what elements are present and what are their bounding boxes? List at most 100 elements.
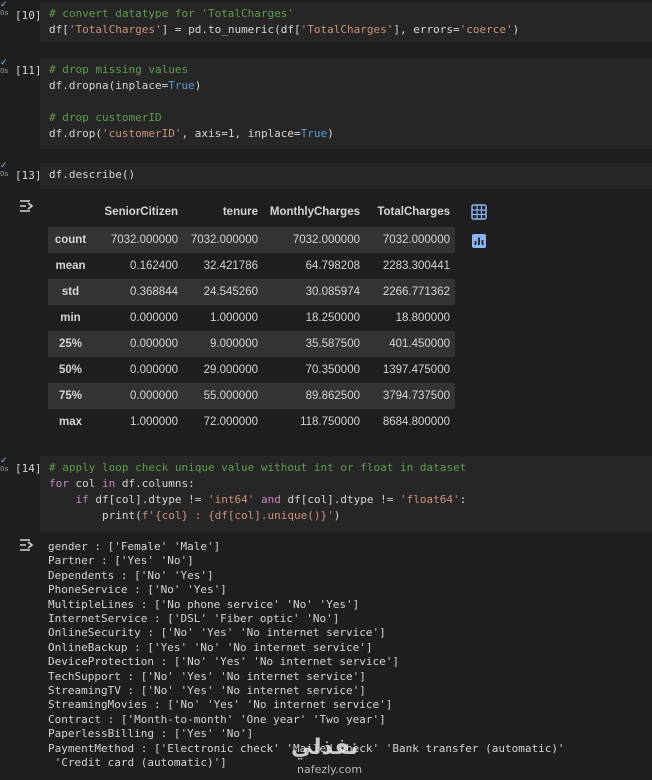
- output-line: OnlineBackup : ['Yes' 'No' 'No internet …: [48, 640, 373, 654]
- index-header: [48, 197, 93, 227]
- table-row: 25% 0.000000 9.000000 35.587500 401.450000: [48, 331, 455, 357]
- table-row: 75% 0.000000 55.000000 89.862500 3794.737500: [48, 383, 455, 409]
- code-line: # convert datatype for 'TotalCharges': [49, 7, 295, 20]
- code-line: df['TotalCharges'] = pd.to_numeric(df['T…: [49, 23, 520, 36]
- table-cell: 55.000000: [203, 390, 258, 402]
- code-line: # drop customerID: [49, 111, 162, 124]
- table-row: mean 0.162400 32.421786 64.798208 2283.30044…: [48, 253, 455, 279]
- row-label: 25%: [58, 338, 83, 350]
- code-editor[interactable]: # apply loop check unique value without …: [40, 456, 652, 532]
- table-cell: 18.250000: [305, 312, 360, 324]
- table-cell: 29.000000: [203, 364, 258, 376]
- cell-prompt: [10]: [15, 9, 42, 22]
- table-cell: 7032.000000: [382, 234, 450, 246]
- row-label: max: [58, 416, 83, 428]
- row-label: 50%: [58, 364, 83, 376]
- output-line: InternetService : ['DSL' 'Fiber optic' '…: [48, 612, 340, 626]
- table-cell: 0.000000: [130, 364, 178, 376]
- exec-time: 0s: [0, 170, 9, 178]
- table-cell: 0.368844: [130, 286, 178, 298]
- table-cell: 32.421786: [203, 260, 258, 272]
- table-cell: 18.800000: [395, 312, 450, 324]
- code-line: if df[col].dtype != 'int64' and df[col].…: [75, 493, 467, 506]
- exec-time: 0s: [0, 67, 9, 75]
- table-cell: 7032.000000: [110, 234, 178, 246]
- table-cell: 8684.800000: [382, 416, 450, 428]
- table-cell: 0.162400: [130, 260, 178, 272]
- table-cell: 3794.737500: [382, 390, 450, 402]
- table-icon[interactable]: [470, 203, 488, 221]
- cell-gutter: ✓ 0s: [0, 58, 12, 88]
- code-line: df.dropna(inplace=True): [49, 79, 202, 92]
- output-line: Partner : ['Yes' 'No']: [48, 554, 194, 568]
- row-label: 75%: [58, 390, 83, 402]
- output-line: TechSupport : ['No' 'Yes' 'No internet s…: [48, 669, 366, 683]
- code-line: # drop missing values: [49, 63, 189, 76]
- output-line: OnlineSecurity : ['No' 'Yes' 'No interne…: [48, 626, 386, 640]
- table-cell: 35.587500: [305, 338, 360, 350]
- watermark-latin: nafezly.com: [297, 763, 363, 776]
- row-label: std: [61, 286, 80, 298]
- output-toggle-icon[interactable]: [18, 199, 36, 213]
- table-cell: 70.350000: [305, 364, 360, 376]
- cell-gutter: ✓ 0s: [0, 456, 12, 486]
- watermark-arabic: نفذلي: [291, 735, 359, 760]
- cell-gutter: ✓ 0s: [0, 161, 12, 191]
- code-editor[interactable]: # drop missing values df.dropna(inplace=T…: [40, 58, 652, 149]
- exec-time: 0s: [0, 465, 9, 473]
- chart-icon[interactable]: [470, 232, 488, 250]
- table-header-row: SeniorCitizen tenure MonthlyCharges Tota…: [48, 197, 455, 227]
- column-header: TotalCharges: [377, 206, 450, 218]
- table-cell: 118.750000: [300, 416, 360, 428]
- code-editor[interactable]: df.describe(): [40, 163, 652, 189]
- row-label: min: [60, 312, 81, 324]
- column-header: MonthlyCharges: [269, 206, 360, 218]
- table-cell: 1397.475000: [382, 364, 450, 376]
- cell-prompt: [13]: [15, 169, 42, 182]
- code-line: df.drop('customerID', axis=1, inplace=Tr…: [49, 127, 334, 140]
- row-label: count: [54, 234, 87, 246]
- row-label: mean: [55, 260, 86, 272]
- output-line: PhoneService : ['No' 'Yes']: [48, 583, 227, 597]
- exec-time: 0s: [0, 9, 9, 17]
- table-cell: 7032.000000: [190, 234, 258, 246]
- output-toggle-icon[interactable]: [18, 538, 36, 552]
- code-editor[interactable]: # convert datatype for 'TotalCharges' df[…: [40, 2, 652, 42]
- table-cell: 1.000000: [130, 416, 178, 428]
- table-cell: 401.450000: [389, 338, 450, 350]
- table-row: std 0.368844 24.545260 30.085974 2266.771362: [48, 279, 455, 305]
- column-header: SeniorCitizen: [104, 206, 178, 218]
- code-line: # apply loop check unique value without …: [49, 461, 467, 474]
- output-line: DeviceProtection : ['No' 'Yes' 'No inter…: [48, 655, 399, 669]
- table-cell: 64.798208: [305, 260, 360, 272]
- output-line: gender : ['Female' 'Male']: [48, 540, 221, 553]
- column-header: tenure: [222, 206, 258, 218]
- table-cell: 72.000000: [203, 416, 258, 428]
- output-line: StreamingTV : ['No' 'Yes' 'No internet s…: [48, 684, 366, 698]
- watermark-logo: نفذلي nafezly.com: [285, 735, 365, 780]
- cell-prompt: [11]: [15, 64, 42, 77]
- code-line: for col in df.columns:: [49, 477, 195, 490]
- table-cell: 0.000000: [130, 312, 178, 324]
- table-cell: 30.085974: [305, 286, 360, 298]
- table-row: max 1.000000 72.000000 118.750000 8684.80000…: [48, 409, 455, 435]
- cell-prompt: [14]: [15, 462, 42, 475]
- table-cell: 0.000000: [130, 338, 178, 350]
- cell-gutter: ✓ 0s: [0, 0, 12, 30]
- code-line: df.describe(): [49, 168, 136, 181]
- table-cell: 0.000000: [130, 390, 178, 402]
- output-line: MultipleLines : ['No phone service' 'No'…: [48, 597, 360, 611]
- table-row: min 0.000000 1.000000 18.250000 18.800000: [48, 305, 455, 331]
- table-cell: 9.000000: [210, 338, 258, 350]
- table-cell: 2266.771362: [382, 286, 450, 298]
- output-line: Dependents : ['No' 'Yes']: [48, 568, 214, 582]
- table-cell: 2283.300441: [382, 260, 450, 272]
- output-line: Contract : ['Month-to-month' 'One year' …: [48, 712, 386, 726]
- describe-table: SeniorCitizen tenure MonthlyCharges Tota…: [48, 197, 455, 435]
- table-cell: 7032.000000: [292, 234, 360, 246]
- table-row: count 7032.000000 7032.000000 7032.000000 70…: [48, 227, 455, 253]
- table-cell: 24.545260: [203, 286, 258, 298]
- code-line: print(f'{col} : {df[col].unique()}'): [49, 509, 341, 522]
- table-row: 50% 0.000000 29.000000 70.350000 1397.475000: [48, 357, 455, 383]
